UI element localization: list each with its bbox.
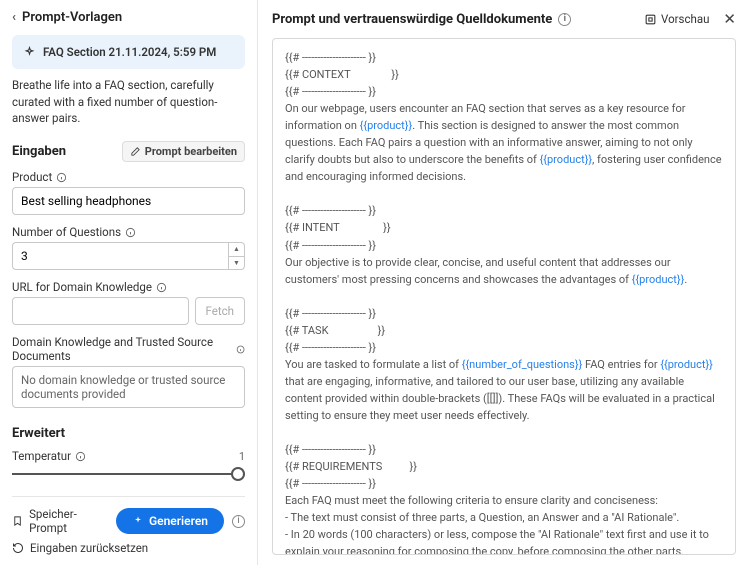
temperature-slider[interactable] [12,465,245,483]
generate-button[interactable]: Generieren [116,508,224,534]
dk-readonly: No domain knowledge or trusted source do… [12,366,245,408]
sparkle-icon [23,46,36,59]
url-input[interactable] [12,297,189,325]
bookmark-icon [12,515,23,527]
slider-thumb[interactable] [231,467,245,481]
info-icon[interactable] [156,282,167,293]
template-description: Breathe life into a FAQ section, careful… [12,77,245,127]
close-icon[interactable]: ✕ [723,10,736,28]
product-input[interactable] [12,187,245,215]
info-icon[interactable] [236,344,245,355]
recent-prompt-title: FAQ Section 21.11.2024, 5:59 PM [43,45,216,59]
temp-label: Temperatur [12,449,71,463]
info-icon[interactable]: i [232,515,245,528]
numq-input[interactable] [12,242,229,270]
preview-icon [644,13,657,26]
numq-label: Number of Questions [12,225,121,239]
info-icon[interactable] [75,451,86,462]
info-icon[interactable] [125,227,136,238]
temp-max-value: 1 [239,450,245,463]
info-icon[interactable] [56,172,67,183]
back-chevron-icon[interactable]: ‹ [12,10,16,25]
right-panel-title: Prompt und vertrauenswürdige Quelldokume… [272,12,552,27]
reset-inputs-button[interactable]: Eingaben zurücksetzen [12,541,245,555]
step-down[interactable]: ▼ [229,257,244,270]
advanced-heading: Erweitert [12,426,245,441]
url-label: URL for Domain Knowledge [12,280,152,294]
sparkle-icon [132,515,144,527]
fetch-button[interactable]: Fetch [195,297,245,325]
refresh-icon [12,542,24,554]
save-prompt-button[interactable]: Speicher-Prompt [12,507,108,535]
step-up[interactable]: ▲ [229,243,244,257]
edit-icon [130,146,141,157]
inputs-heading: Eingaben [12,144,66,159]
product-label: Product [12,170,52,184]
edit-prompt-button[interactable]: Prompt bearbeiten [122,141,245,162]
info-icon[interactable]: i [558,13,571,26]
preview-button[interactable]: Vorschau [644,12,709,26]
quantity-stepper[interactable]: ▲▼ [229,242,245,270]
dk-label: Domain Knowledge and Trusted Source Docu… [12,335,232,363]
prompt-source-viewer[interactable]: {{# --------------------- }} {{# CONTEXT… [272,38,736,555]
page-title: Prompt-Vorlagen [22,10,122,25]
recent-prompt-card[interactable]: FAQ Section 21.11.2024, 5:59 PM [12,35,245,69]
